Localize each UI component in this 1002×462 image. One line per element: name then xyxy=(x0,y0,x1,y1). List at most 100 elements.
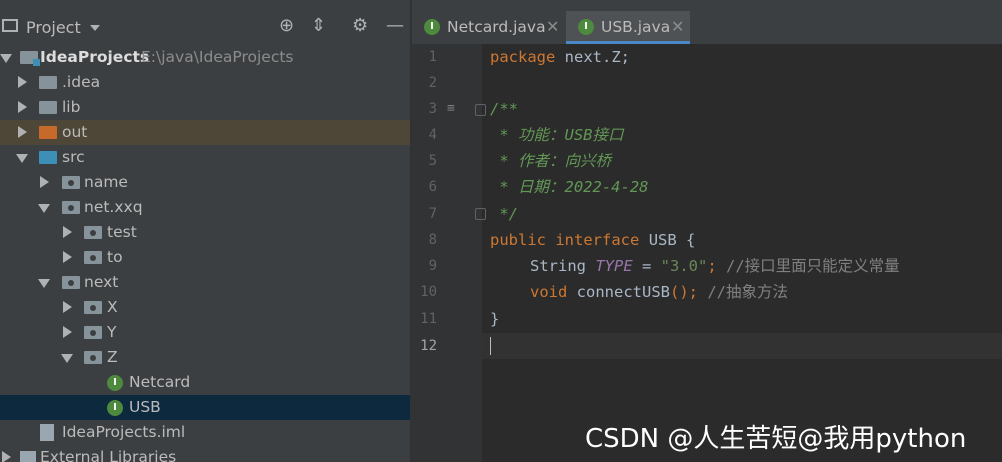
chevron-down-icon[interactable] xyxy=(61,354,73,363)
code-line-1: package next.Z; xyxy=(490,44,630,70)
chevron-right-icon[interactable] xyxy=(63,226,72,238)
interface-name: USB xyxy=(648,231,677,249)
module-folder-icon xyxy=(20,51,40,66)
editor-tab-bar: I Netcard.java ✕ I USB.java ✕ xyxy=(412,11,1002,45)
tree-item-usb[interactable]: I USB xyxy=(0,395,410,420)
interface-icon: I xyxy=(107,400,123,416)
code-line-10: void connectUSB(); //抽象方法 xyxy=(530,279,788,305)
tree-item-label: out xyxy=(62,123,88,141)
chevron-right-icon[interactable] xyxy=(40,176,49,188)
project-panel-title[interactable]: Project xyxy=(26,18,81,37)
comment: //抽象方法 xyxy=(698,283,788,301)
package-icon xyxy=(84,226,102,239)
code-line-8: public interface USB { xyxy=(490,227,695,253)
tree-item-out[interactable]: out xyxy=(0,120,410,145)
tree-item-x[interactable]: X xyxy=(0,295,410,320)
chevron-down-icon[interactable] xyxy=(0,54,12,63)
keyword: void xyxy=(530,283,568,301)
package-name: next.Z; xyxy=(555,48,630,66)
tree-item-src[interactable]: src xyxy=(0,145,410,170)
line-number: 7 xyxy=(428,206,437,222)
constant: TYPE xyxy=(595,257,633,275)
chevron-right-icon[interactable] xyxy=(63,251,72,263)
package-icon xyxy=(84,251,102,264)
line-number: 6 xyxy=(428,179,437,195)
tree-item-external-libraries[interactable]: External Libraries xyxy=(0,445,410,462)
chevron-down-icon[interactable] xyxy=(38,279,50,288)
tree-item-name[interactable]: name xyxy=(0,170,410,195)
semicolon: ; xyxy=(707,257,717,275)
package-icon xyxy=(84,301,102,314)
chevron-down-icon[interactable] xyxy=(16,154,28,163)
comment: //接口里面只能定义常量 xyxy=(716,257,900,275)
tree-item-next[interactable]: next xyxy=(0,270,410,295)
structure-icon[interactable]: ≡ xyxy=(447,101,455,116)
keyword: package xyxy=(490,48,556,66)
line-number: 1 xyxy=(428,49,437,65)
text-caret xyxy=(490,337,491,355)
gear-icon[interactable]: ⚙ xyxy=(352,16,368,36)
tab-usb-java[interactable]: I USB.java ✕ xyxy=(566,11,690,44)
code-line-3: /** xyxy=(490,100,518,118)
tree-item-net-xxq[interactable]: net.xxq xyxy=(0,195,410,220)
tree-item-idea[interactable]: .idea xyxy=(0,70,410,95)
code-line-4: * 功能：USB接口 xyxy=(490,126,624,144)
collapse-all-icon[interactable]: ⇕ xyxy=(311,16,326,36)
chevron-right-icon[interactable] xyxy=(18,101,27,113)
chevron-down-icon[interactable] xyxy=(38,204,50,213)
tree-item-to[interactable]: to xyxy=(0,245,410,270)
keyword: interface xyxy=(555,231,640,249)
project-dropdown-icon[interactable] xyxy=(90,25,100,31)
operator: = xyxy=(632,257,661,275)
package-icon xyxy=(84,326,102,339)
line-number: 11 xyxy=(420,311,437,327)
chevron-right-icon[interactable] xyxy=(18,126,27,138)
line-number: 8 xyxy=(428,232,437,248)
code-line-5: * 作者：向兴桥 xyxy=(490,152,611,170)
folder-icon xyxy=(39,76,57,89)
chevron-right-icon[interactable] xyxy=(18,76,27,88)
fold-icon[interactable] xyxy=(475,208,486,220)
tree-item-label: Y xyxy=(107,323,117,341)
tree-item-path: E:\java\IdeaProjects xyxy=(141,48,294,66)
chevron-right-icon[interactable] xyxy=(63,301,72,313)
chevron-right-icon[interactable] xyxy=(2,451,11,462)
keyword: public xyxy=(490,231,546,249)
punctuation: (); xyxy=(670,283,698,301)
type: String xyxy=(530,257,586,275)
fold-icon[interactable] xyxy=(475,104,486,116)
package-icon xyxy=(62,176,80,189)
tree-item-label: src xyxy=(62,148,85,166)
close-icon[interactable]: ✕ xyxy=(546,17,559,36)
tree-item-z[interactable]: Z xyxy=(0,345,410,370)
tree-item-label: test xyxy=(107,223,137,241)
code-line-6: * 日期：2022-4-28 xyxy=(490,178,649,196)
tree-item-label: External Libraries xyxy=(40,448,177,462)
package-icon xyxy=(84,351,102,364)
current-line-highlight xyxy=(482,333,1002,359)
locate-icon[interactable]: ⊕ xyxy=(279,16,294,36)
project-panel-header: Project ⊕ ⇕ ⚙ — xyxy=(0,12,410,44)
tree-item-ideaprojects-iml[interactable]: IdeaProjects.iml xyxy=(0,420,410,445)
tab-label: Netcard.java xyxy=(447,18,546,36)
watermark: CSDN @人生苦短@我用python xyxy=(585,424,967,454)
line-number: 5 xyxy=(428,153,437,169)
tree-item-label: .idea xyxy=(62,73,101,91)
tree-item-y[interactable]: Y xyxy=(0,320,410,345)
tree-item-ideaprojects[interactable]: IdeaProjects E:\java\IdeaProjects xyxy=(0,45,410,70)
tab-netcard-java[interactable]: I Netcard.java ✕ xyxy=(412,11,565,44)
close-icon[interactable]: ✕ xyxy=(671,17,684,36)
interface-icon: I xyxy=(107,375,123,391)
line-number: 2 xyxy=(428,75,437,91)
project-view-icon[interactable] xyxy=(2,19,18,32)
hide-panel-icon[interactable]: — xyxy=(386,16,404,36)
line-number: 4 xyxy=(428,127,437,143)
library-icon xyxy=(20,451,36,462)
line-number: 10 xyxy=(420,284,437,300)
tree-item-test[interactable]: test xyxy=(0,220,410,245)
method-name: connectUSB xyxy=(576,283,670,301)
chevron-right-icon[interactable] xyxy=(63,326,72,338)
tab-label: USB.java xyxy=(601,18,671,36)
tree-item-lib[interactable]: lib xyxy=(0,95,410,120)
tree-item-netcard[interactable]: I Netcard xyxy=(0,370,410,395)
